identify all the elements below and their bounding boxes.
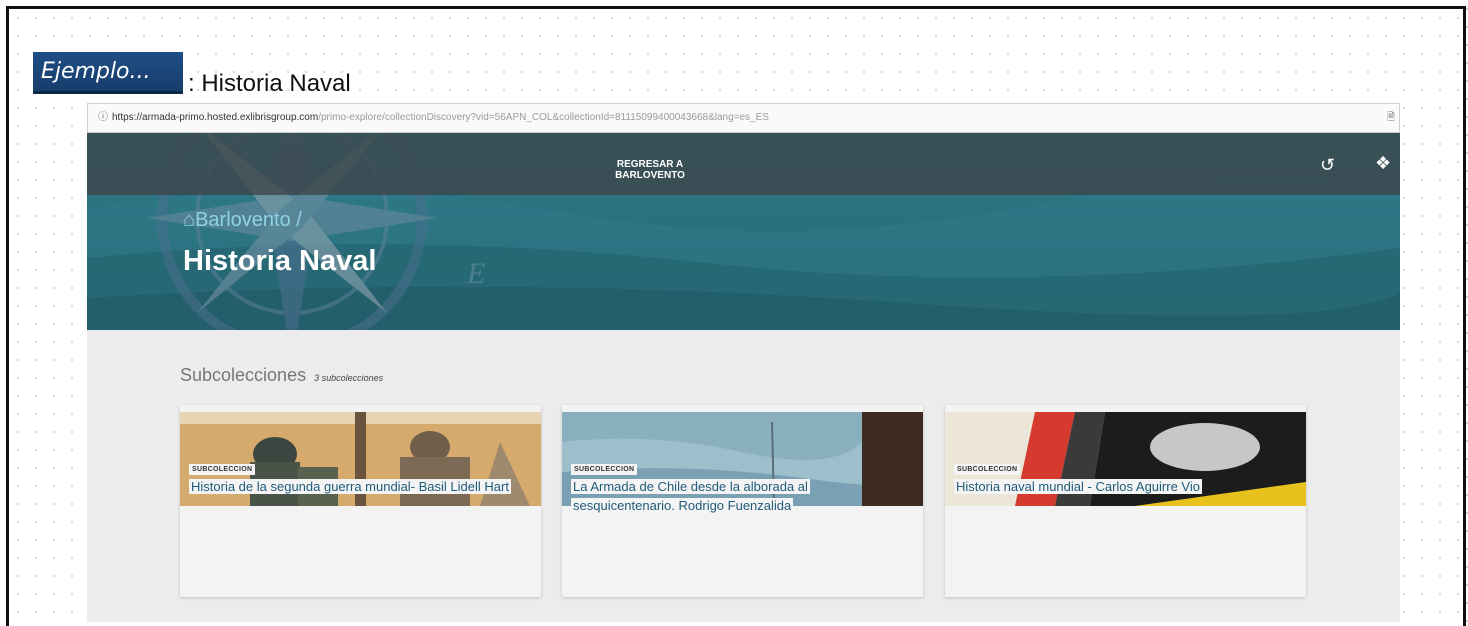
history-icon[interactable]: ↺	[1320, 155, 1335, 176]
return-line-1: REGRESAR A	[616, 159, 684, 170]
breadcrumb[interactable]: ⌂Barlovento /	[183, 209, 302, 232]
address-bar[interactable]: ⓘ https://armada-primo.hosted.exlibrisgro…	[87, 103, 1400, 133]
top-bar: REGRESAR A BARLOVENTO ↺ ❖	[87, 133, 1400, 195]
subcollection-card[interactable]: SUBCOLECCION La Armada de Chile desde la…	[562, 405, 923, 597]
return-to-barlovento-link[interactable]: REGRESAR A BARLOVENTO	[615, 159, 685, 181]
subcollection-card[interactable]: SUBCOLECCION Historia naval mundial - Ca…	[945, 405, 1306, 597]
browser-window: ⓘ https://armada-primo.hosted.exlibrisgro…	[87, 103, 1400, 622]
url-domain: https://armada-primo.hosted.exlibrisgrou…	[112, 112, 319, 123]
subcollections-count: 3 subcolecciones	[314, 373, 384, 383]
pin-icon[interactable]: ❖	[1375, 153, 1391, 174]
subcollection-title[interactable]: La Armada de Chile desde la alborada al …	[571, 477, 901, 515]
subcollection-tag: SUBCOLECCION	[571, 464, 638, 475]
breadcrumb-barlovento[interactable]: Barlovento /	[195, 209, 302, 231]
url-path: /primo-explore/collectionDiscovery?vid=5…	[318, 112, 769, 123]
collection-title: Historia Naval	[183, 245, 377, 277]
info-icon[interactable]: ⓘ	[98, 112, 108, 123]
subcollection-title[interactable]: Historia de la segunda guerra mundial- B…	[189, 477, 519, 496]
subcollections-heading: Subcolecciones	[180, 365, 307, 385]
slide-title: : Historia Naval	[188, 70, 351, 97]
subcollections-header: Subcolecciones 3 subcolecciones	[180, 365, 383, 386]
page-icon[interactable]: 🗎	[1387, 104, 1395, 132]
svg-text:E: E	[466, 257, 485, 290]
subcollection-title[interactable]: Historia naval mundial - Carlos Aguirre …	[954, 477, 1284, 496]
ejemplo-badge: Ejemplo...	[33, 52, 183, 94]
return-line-2: BARLOVENTO	[615, 170, 685, 181]
subcollection-tag: SUBCOLECCION	[954, 464, 1021, 475]
collection-banner: E REGRESAR A BARLOVENTO ↺ ❖ ⌂Barlovento …	[87, 133, 1400, 330]
subcollection-tag: SUBCOLECCION	[189, 464, 256, 475]
subcollection-card[interactable]: SUBCOLECCION Historia de la segunda guer…	[180, 405, 541, 597]
home-icon: ⌂	[183, 209, 196, 231]
